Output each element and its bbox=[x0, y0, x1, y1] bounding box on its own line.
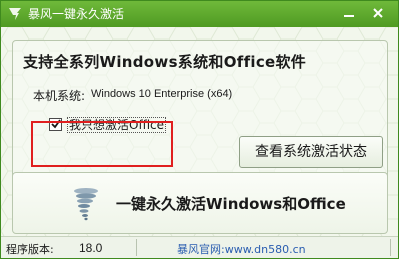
check-activation-status-button[interactable]: 查看系统激活状态 bbox=[239, 136, 383, 168]
close-button[interactable] bbox=[365, 3, 391, 23]
one-click-activate-button[interactable]: 一键永久激活Windows和Office bbox=[12, 172, 388, 234]
red-highlight-annotation bbox=[31, 121, 173, 167]
app-logo-icon bbox=[9, 8, 21, 20]
main-content: 支持全系列Windows系统和Office软件 本机系统: Windows 10… bbox=[1, 27, 398, 258]
status-bar: 程序版本: 18.0 暴风官网:www.dn580.cn bbox=[1, 236, 398, 258]
version-label: 程序版本: bbox=[6, 243, 54, 256]
close-icon bbox=[373, 8, 383, 18]
title-bar[interactable]: 暴风一键永久激活 bbox=[1, 1, 398, 27]
one-click-activate-label: 一键永久激活Windows和Office bbox=[116, 195, 346, 213]
tornado-icon bbox=[74, 188, 98, 221]
system-value: Windows 10 Enterprise (x64) bbox=[91, 88, 233, 100]
statusbar-divider bbox=[136, 239, 137, 256]
group-title: 支持全系列Windows系统和Office软件 bbox=[23, 53, 307, 71]
minimize-button[interactable] bbox=[337, 3, 361, 23]
app-window: 暴风一键永久激活 支持全系列Windows系统和Office软件 本机系统: W… bbox=[0, 0, 399, 259]
system-label: 本机系统: bbox=[33, 89, 86, 103]
window-title: 暴风一键永久激活 bbox=[28, 7, 125, 21]
official-site-link[interactable]: 暴风官网:www.dn580.cn bbox=[177, 241, 306, 257]
version-value: 18.0 bbox=[79, 241, 103, 255]
statusbar-divider-end bbox=[390, 239, 391, 256]
